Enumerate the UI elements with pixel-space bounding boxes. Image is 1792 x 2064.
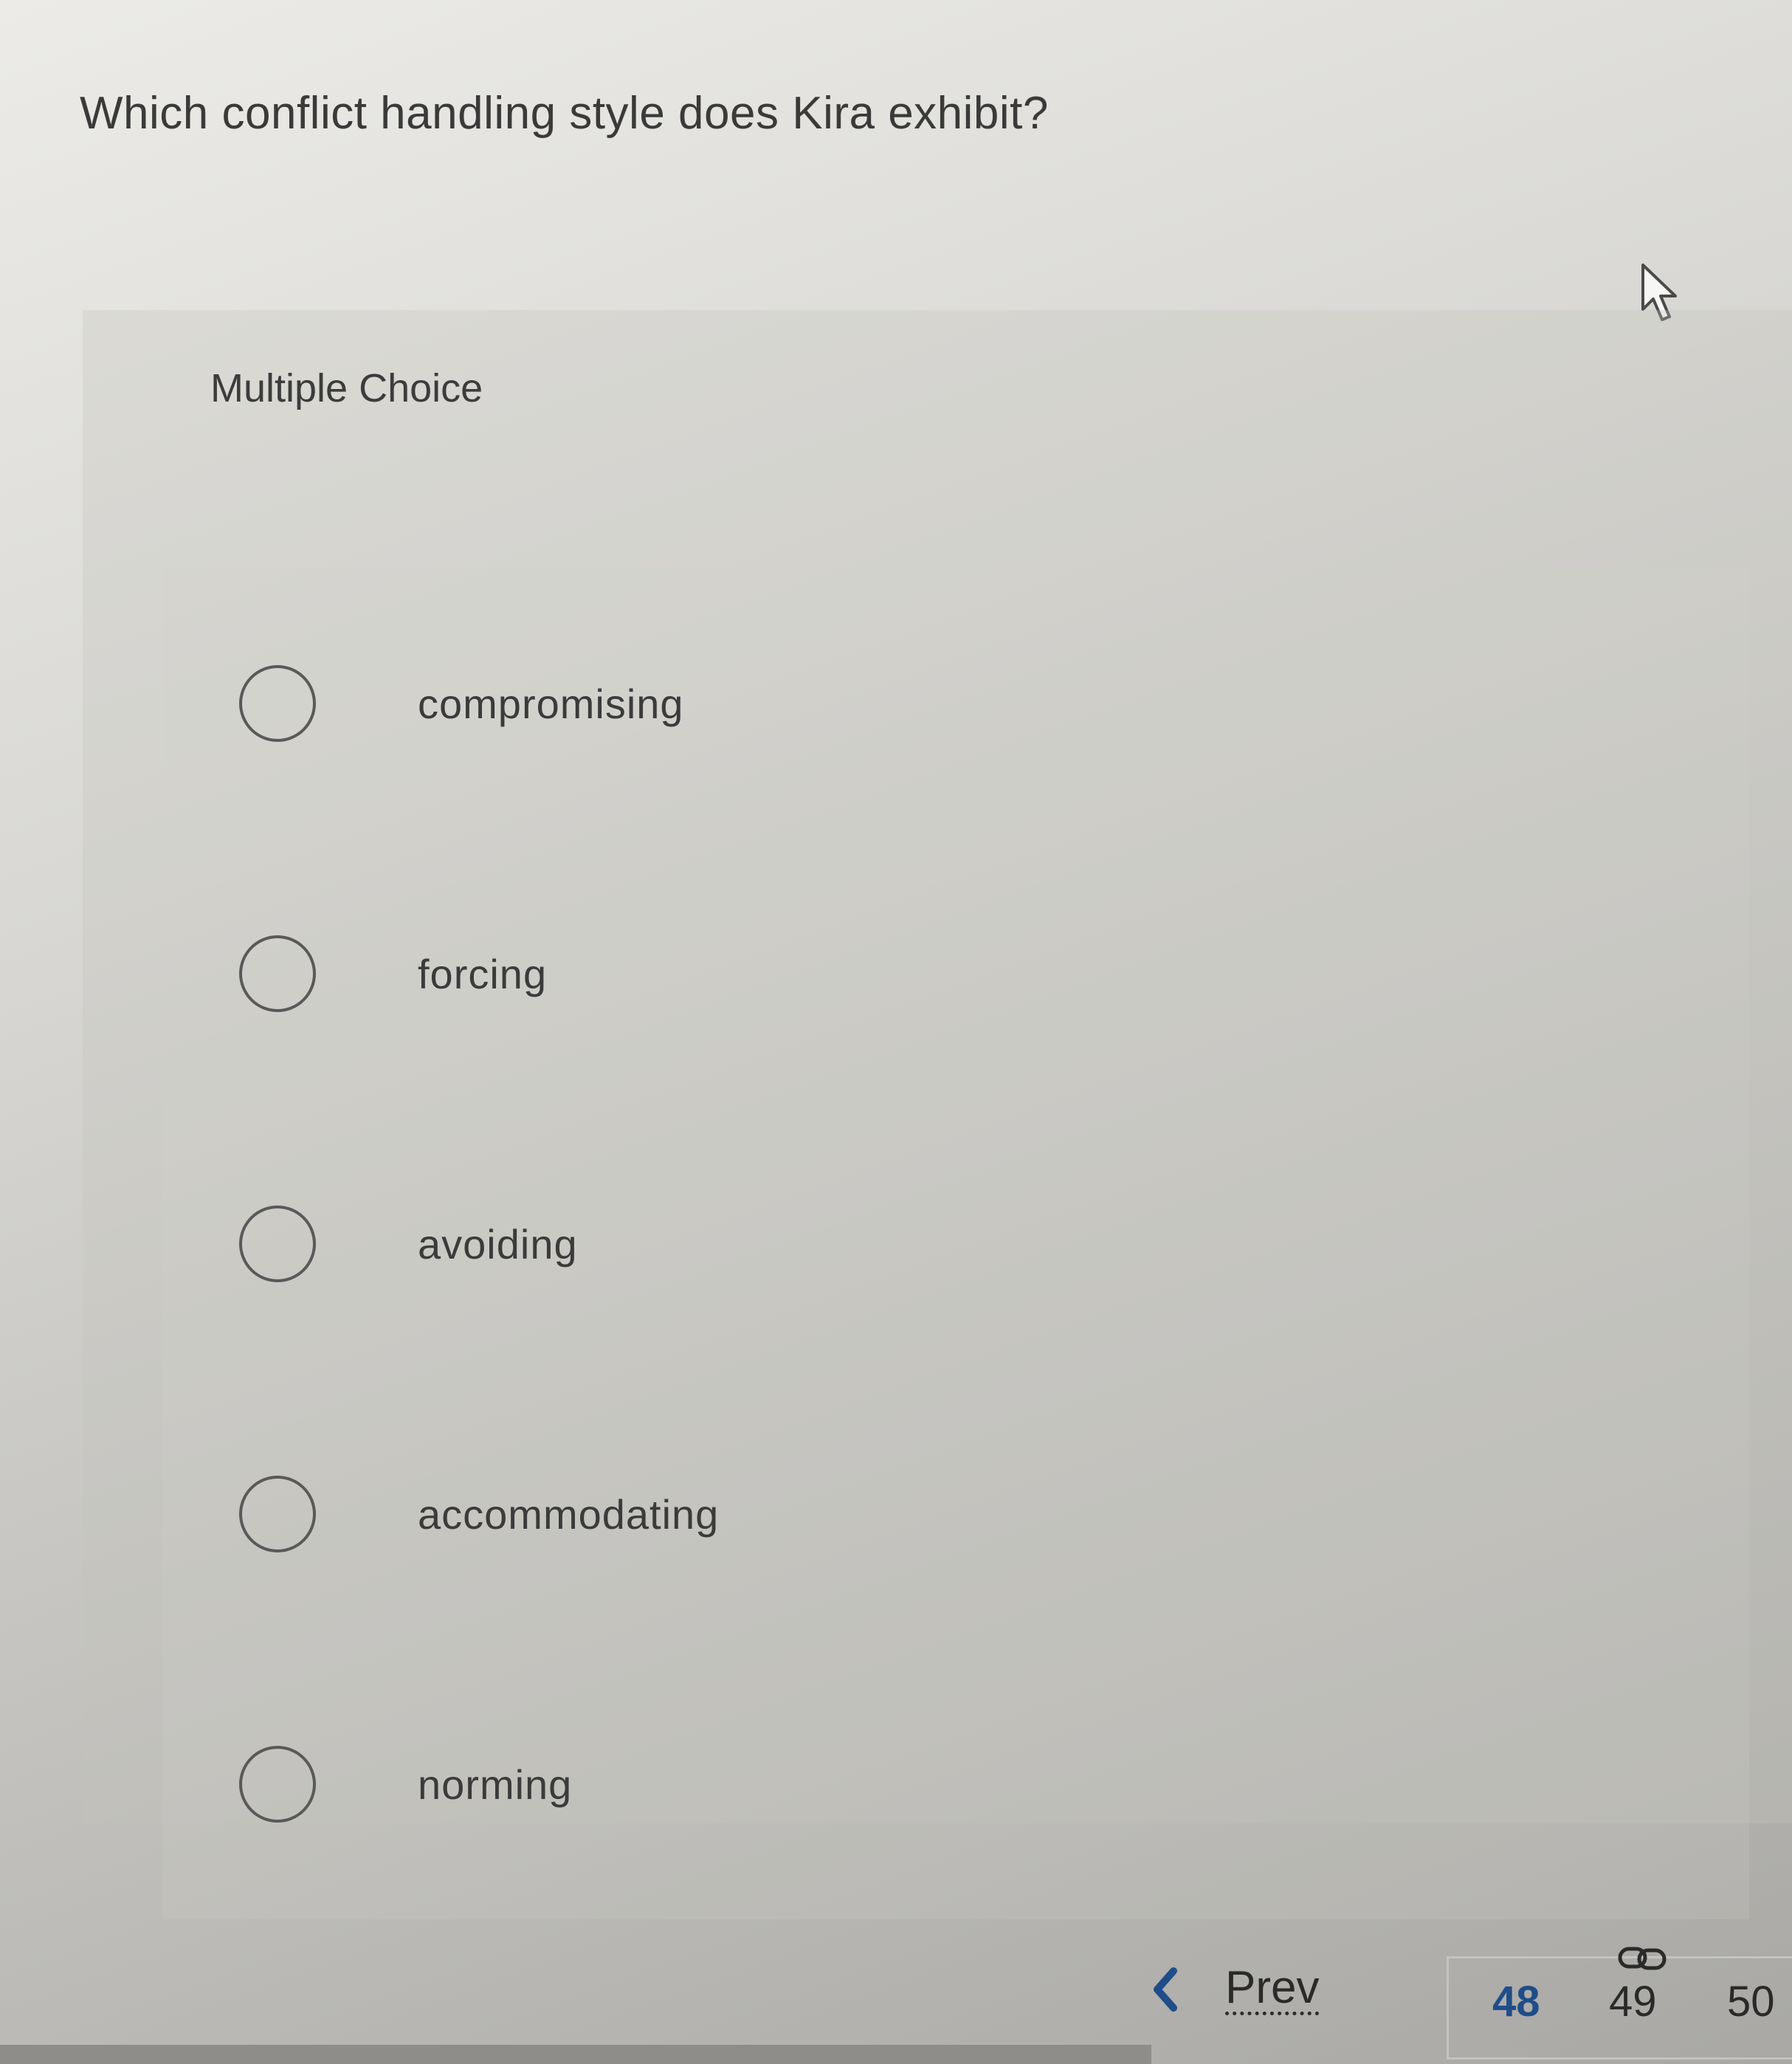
question-navigation: Prev 48 49 50 — [1137, 1934, 1792, 2064]
choice-option[interactable]: forcing — [162, 839, 1749, 1109]
choice-label[interactable]: forcing — [418, 950, 547, 998]
chevron-left-icon[interactable] — [1151, 1967, 1181, 2012]
prev-label[interactable]: Prev — [1225, 1964, 1320, 2016]
link-icon — [1618, 1947, 1667, 1970]
choice-option[interactable]: norming — [162, 1649, 1749, 1919]
page-number[interactable]: 49 — [1609, 1977, 1657, 2026]
choice-label[interactable]: avoiding — [418, 1220, 578, 1268]
prev-button[interactable]: Prev — [1151, 1964, 1320, 2016]
question-text: Which conflict handling style does Kira … — [80, 88, 1049, 139]
choice-option[interactable]: compromising — [162, 568, 1749, 839]
radio-unselected-icon[interactable] — [239, 1476, 316, 1552]
radio-unselected-icon[interactable] — [239, 665, 316, 742]
page-number-current[interactable]: 48 — [1492, 1977, 1540, 2026]
page-number[interactable]: 50 — [1727, 1977, 1775, 2026]
bottom-edge-bar — [0, 2045, 1151, 2064]
radio-unselected-icon[interactable] — [239, 1746, 316, 1823]
radio-unselected-icon[interactable] — [239, 1205, 316, 1282]
choice-label[interactable]: accommodating — [418, 1490, 719, 1538]
choice-list: compromising forcing avoiding accommodat… — [162, 568, 1749, 1919]
question-type-label: Multiple Choice — [210, 366, 483, 410]
choice-option[interactable]: avoiding — [162, 1109, 1749, 1379]
choice-label[interactable]: compromising — [418, 680, 684, 728]
choice-option[interactable]: accommodating — [162, 1379, 1749, 1649]
radio-unselected-icon[interactable] — [239, 935, 316, 1012]
choice-label[interactable]: norming — [418, 1761, 572, 1809]
